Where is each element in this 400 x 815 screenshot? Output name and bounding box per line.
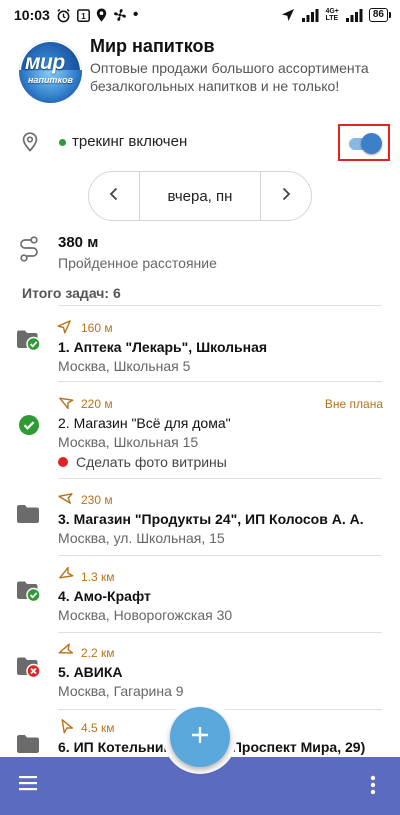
tracking-toggle[interactable] [338, 124, 390, 161]
signal-strength-icon-1 [301, 8, 319, 22]
date-selector: вчера, пн [88, 171, 312, 221]
task-item[interactable]: 160 м 1. Аптека "Лекарь", Школьная Москв… [0, 318, 400, 378]
task-distance-text: 1.3 км [81, 570, 115, 584]
current-date[interactable]: вчера, пн [139, 172, 261, 220]
fan-icon [113, 8, 127, 22]
company-logo: мир напитков [19, 40, 82, 103]
subtask: Сделать фото витрины [58, 454, 227, 470]
task-name: 5. АВИКА [58, 664, 123, 680]
location-icon [96, 8, 107, 22]
divider [58, 381, 382, 382]
task-address: Москва, Школьная 15 [58, 434, 199, 450]
direction-arrow-icon [58, 643, 74, 663]
task-distance: 1.3 км [58, 566, 115, 587]
logo-text-small: напитков [28, 75, 73, 85]
task-item[interactable]: 230 м 3. Магазин "Продукты 24", ИП Колос… [0, 490, 400, 550]
add-task-button[interactable] [170, 707, 230, 767]
task-distance-text: 4.5 км [81, 721, 115, 735]
app-header: мир напитков Мир напитков Оптовые продаж… [0, 30, 400, 118]
plus-icon [190, 725, 210, 750]
logo-text-big: мир [25, 51, 65, 74]
distance-value: 380 м [58, 234, 99, 251]
status-time: 10:03 [14, 7, 50, 23]
task-distance-text: 2.2 км [81, 646, 115, 660]
direction-arrow-icon [58, 394, 74, 414]
folder-icon [16, 504, 40, 529]
task-distance-text: 160 м [81, 321, 113, 335]
divider [58, 555, 382, 556]
folder-done-icon [16, 328, 42, 357]
navigation-arrow-icon [281, 8, 295, 22]
route-icon [18, 236, 40, 267]
distance-summary: 380 м Пройденное расстояние [0, 226, 400, 276]
tasks-total: Итого задач: 6 [22, 285, 121, 301]
divider [58, 632, 382, 633]
company-title: Мир напитков [90, 36, 215, 56]
task-item[interactable]: 220 м Вне плана 2. Магазин "Всё для дома… [0, 394, 400, 474]
task-address: Москва, Новорогожская 30 [58, 607, 233, 623]
network-type: 4G+ LTE [325, 8, 338, 22]
task-name: 2. Магазин "Всё для дома" [58, 415, 231, 431]
more-vertical-icon[interactable] [370, 775, 376, 800]
folder-icon [16, 734, 40, 759]
task-name: 3. Магазин "Продукты 24", ИП Колосов А. … [58, 511, 364, 527]
network-type-top: 4G+ [325, 8, 339, 15]
task-distance-text: 220 м [81, 397, 113, 411]
next-day-button[interactable] [261, 172, 311, 220]
task-name: 1. Аптека "Лекарь", Школьная [58, 339, 268, 355]
task-distance-text: 230 м [81, 493, 113, 507]
battery-icon: 86 [368, 8, 392, 22]
folder-failed-icon [16, 655, 42, 684]
task-name: 4. Амо-Крафт [58, 588, 151, 604]
direction-arrow-icon [58, 566, 74, 587]
task-address: Москва, Гагарина 9 [58, 683, 184, 699]
task-item[interactable]: 2.2 км 5. АВИКА Москва, Гагарина 9 [0, 643, 400, 703]
direction-arrow-icon [58, 490, 73, 510]
direction-arrow-icon [58, 718, 74, 738]
chevron-right-icon [281, 187, 291, 206]
tracking-label: трекинг включен [72, 133, 188, 150]
alarm-icon [56, 8, 71, 23]
map-pin-icon [22, 132, 38, 157]
hamburger-menu-icon[interactable] [18, 775, 38, 796]
previous-day-button[interactable] [89, 172, 139, 220]
company-subtitle: Оптовые продажи большого ассортимента бе… [90, 60, 369, 94]
subtask-label: Сделать фото витрины [76, 454, 227, 470]
signal-strength-icon-2 [345, 8, 363, 22]
task-distance: 220 м [58, 394, 113, 414]
task-item[interactable]: 1.3 км 4. Амо-Крафт Москва, Новорогожска… [0, 566, 400, 627]
notification-dot-icon: • [132, 6, 139, 23]
tracking-status-dot [59, 139, 66, 146]
task-address: Москва, ул. Школьная, 15 [58, 530, 225, 546]
chevron-left-icon [109, 187, 119, 206]
network-type-bottom: LTE [325, 15, 339, 22]
divider [58, 478, 382, 479]
task-distance: 4.5 км [58, 718, 115, 738]
task-address: Москва, Школьная 5 [58, 358, 191, 374]
calendar-icon: 1 [76, 8, 90, 22]
divider [58, 305, 382, 306]
tracking-row: трекинг включен [0, 118, 400, 168]
distance-label: Пройденное расстояние [58, 255, 217, 271]
folder-done-icon [16, 579, 42, 608]
svg-text:1: 1 [81, 12, 86, 21]
task-distance: 2.2 км [58, 643, 115, 663]
direction-arrow-icon [57, 318, 73, 338]
toggle-knob [361, 133, 382, 154]
subtask-status-dot [58, 457, 68, 467]
task-distance: 230 м [58, 490, 113, 510]
check-circle-icon [18, 414, 40, 441]
out-of-plan-badge: Вне плана [324, 397, 383, 411]
status-bar: 10:03 1 • 4G+ LTE 86 [0, 0, 400, 30]
task-distance: 160 м [57, 318, 113, 338]
